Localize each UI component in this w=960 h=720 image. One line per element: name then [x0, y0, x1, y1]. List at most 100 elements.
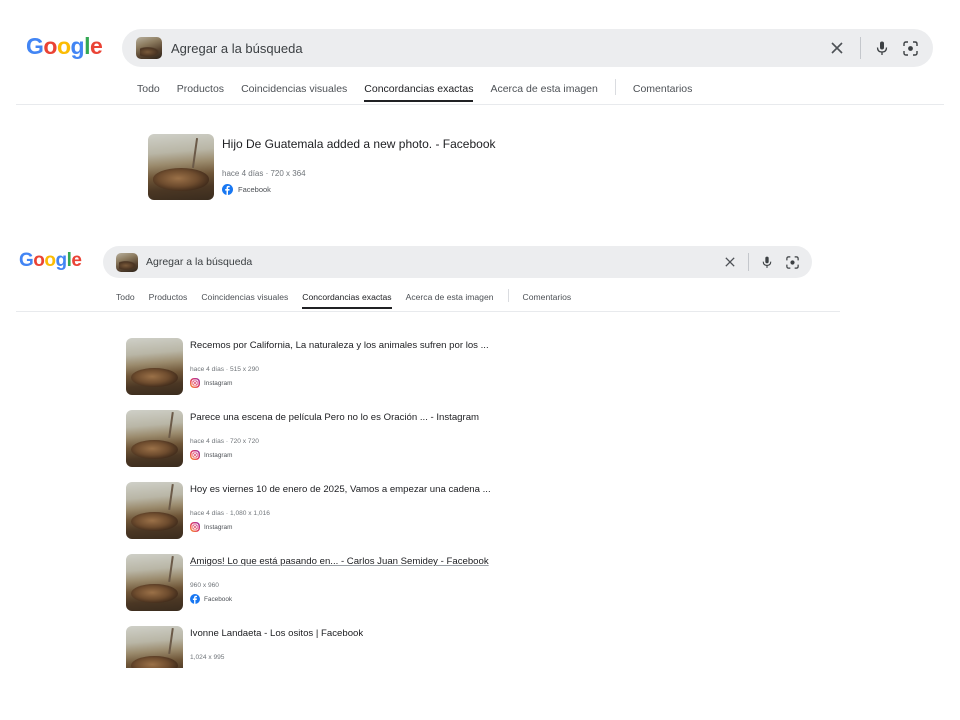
result-age: hace 4 días: [190, 438, 225, 445]
tab-todo[interactable]: Todo: [116, 292, 135, 302]
result-item[interactable]: Ivonne Landaeta - Los ositos | Facebook …: [126, 626, 363, 668]
result-source-name: Facebook: [204, 595, 233, 603]
microphone-icon: [876, 41, 888, 55]
result-size: 1,080 x 1,016: [229, 510, 270, 517]
clear-button[interactable]: [722, 254, 738, 270]
result-thumbnail[interactable]: [126, 626, 183, 668]
result-thumbnail[interactable]: [126, 554, 183, 611]
tab-coincidencias-visuales[interactable]: Coincidencias visuales: [241, 83, 347, 95]
search-input[interactable]: Agregar a la búsqueda: [146, 256, 252, 268]
result-source-name: Instagram: [204, 379, 233, 387]
search-divider: [860, 37, 861, 59]
tab-productos[interactable]: Productos: [177, 83, 224, 95]
tab-coincidencias-visuales[interactable]: Coincidencias visuales: [201, 292, 288, 302]
google-logo[interactable]: Google: [19, 250, 82, 272]
facebook-icon: [190, 594, 200, 604]
result-title[interactable]: Ivonne Landaeta - Los ositos | Facebook: [190, 628, 363, 639]
tab-comentarios[interactable]: Comentarios: [523, 292, 572, 302]
instagram-icon: [190, 378, 200, 388]
search-bar[interactable]: Agregar a la búsqueda: [122, 29, 933, 67]
result-age: hace 4 días: [190, 510, 225, 517]
microphone-icon: [762, 256, 772, 268]
result-item[interactable]: Amigos! Lo que está pasando en... - Carl…: [126, 554, 489, 611]
instagram-icon: [190, 522, 200, 532]
result-source[interactable]: Instagram: [190, 378, 489, 388]
query-image-thumbnail[interactable]: [136, 37, 162, 59]
result-source[interactable]: Instagram: [190, 450, 479, 460]
tab-concordancias-exactas[interactable]: Concordancias exactas: [302, 292, 392, 309]
result-source-name: Facebook: [238, 185, 271, 194]
header-divider: [16, 104, 944, 105]
results-panel-top: Google Agregar a la búsqueda Todo Produc…: [0, 0, 960, 226]
result-meta: hace 4 días · 1,080 x 1,016: [190, 510, 270, 517]
result-meta: hace 4 días · 515 x 290: [190, 366, 259, 373]
tab-concordancias-exactas[interactable]: Concordancias exactas: [364, 83, 474, 102]
result-size: 720 x 720: [229, 438, 259, 445]
result-title[interactable]: Hijo De Guatemala added a new photo. - F…: [222, 137, 496, 151]
search-tabs: Todo Productos Coincidencias visuales Co…: [137, 79, 693, 102]
lens-camera-icon: [785, 255, 799, 269]
voice-search-button[interactable]: [759, 254, 775, 270]
result-source-name: Instagram: [204, 451, 233, 459]
logo-letter: G: [26, 33, 44, 59]
result-item[interactable]: Parece una escena de película Pero no lo…: [126, 410, 479, 467]
result-title[interactable]: Parece una escena de película Pero no lo…: [190, 412, 479, 423]
result-item[interactable]: Recemos por California, La naturaleza y …: [126, 338, 489, 395]
tab-acerca-de-esta-imagen[interactable]: Acerca de esta imagen: [490, 83, 597, 95]
instagram-icon: [190, 450, 200, 460]
lens-search-button[interactable]: [784, 254, 800, 270]
result-source[interactable]: Facebook: [222, 184, 496, 195]
search-input[interactable]: Agregar a la búsqueda: [171, 41, 303, 56]
query-image-thumbnail[interactable]: [116, 252, 138, 272]
logo-letter: e: [71, 250, 82, 271]
logo-letter: o: [44, 250, 56, 271]
result-size: 720 x 364: [270, 169, 306, 178]
result-meta: hace 4 días · 720 x 364: [222, 169, 306, 178]
tab-separator: [614, 79, 616, 95]
result-size: 960 x 960: [190, 582, 219, 589]
logo-letter: G: [19, 250, 34, 271]
tab-todo[interactable]: Todo: [137, 83, 160, 95]
tab-comentarios[interactable]: Comentarios: [633, 83, 693, 95]
result-meta: 960 x 960: [190, 582, 489, 589]
logo-letter: g: [70, 33, 85, 59]
search-tabs: Todo Productos Coincidencias visuales Co…: [116, 289, 572, 309]
logo-letter: o: [56, 33, 71, 59]
result-title[interactable]: Hoy es viernes 10 de enero de 2025, Vamo…: [190, 484, 491, 495]
voice-search-button[interactable]: [873, 39, 891, 57]
result-thumbnail[interactable]: [148, 134, 214, 200]
clear-button[interactable]: [828, 39, 846, 57]
result-age: hace 4 días: [190, 366, 225, 373]
header-divider: [16, 311, 840, 312]
tab-productos[interactable]: Productos: [149, 292, 188, 302]
result-item[interactable]: Hijo De Guatemala added a new photo. - F…: [148, 134, 496, 200]
result-size: 515 x 290: [229, 366, 259, 373]
tab-separator: [507, 289, 509, 302]
result-thumbnail[interactable]: [126, 410, 183, 467]
logo-letter: o: [33, 250, 45, 271]
result-thumbnail[interactable]: [126, 338, 183, 395]
result-source[interactable]: Facebook: [190, 594, 489, 604]
results-panel-bottom: Google Agregar a la búsqueda Todo Produc…: [0, 226, 960, 720]
logo-letter: o: [43, 33, 57, 59]
logo-letter: e: [89, 33, 103, 59]
result-source-name: Instagram: [204, 523, 233, 531]
result-source[interactable]: Instagram: [190, 522, 491, 532]
result-meta: 1,024 x 995: [190, 654, 363, 661]
google-logo[interactable]: Google: [26, 33, 103, 60]
result-title[interactable]: Amigos! Lo que está pasando en... - Carl…: [190, 556, 489, 567]
logo-letter: g: [55, 250, 68, 271]
facebook-icon: [222, 184, 233, 195]
result-item[interactable]: Hoy es viernes 10 de enero de 2025, Vamo…: [126, 482, 491, 539]
result-title[interactable]: Recemos por California, La naturaleza y …: [190, 340, 489, 351]
result-meta: hace 4 días · 720 x 720: [190, 438, 259, 445]
result-age: hace 4 días: [222, 169, 264, 178]
lens-camera-icon: [902, 40, 918, 56]
close-icon: [831, 42, 843, 54]
search-bar[interactable]: Agregar a la búsqueda: [103, 246, 812, 278]
tab-acerca-de-esta-imagen[interactable]: Acerca de esta imagen: [406, 292, 494, 302]
lens-search-button[interactable]: [901, 39, 919, 57]
result-size: 1,024 x 995: [190, 654, 225, 661]
result-thumbnail[interactable]: [126, 482, 183, 539]
close-icon: [725, 257, 735, 267]
